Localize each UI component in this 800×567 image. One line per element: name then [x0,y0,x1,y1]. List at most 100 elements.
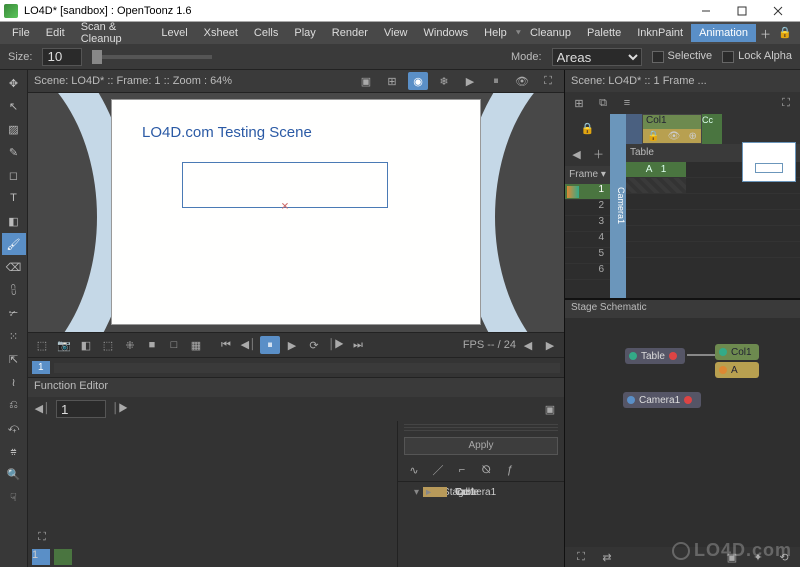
room-tab-palette[interactable]: Palette [579,24,629,42]
brush-tool-icon[interactable]: ✎ [2,141,26,163]
bg-black-icon[interactable]: ■ [142,336,162,354]
window-maximize-button[interactable] [724,1,760,21]
room-tab-inknpaint[interactable]: InknPaint [629,24,691,42]
size-slider[interactable] [92,55,212,59]
next-frame-button[interactable]: ⏐▶ [326,336,346,354]
camera-view-icon[interactable]: ◉ [408,72,428,90]
geometry-tool-icon[interactable]: ◻ [2,164,26,186]
node-colA[interactable]: A [715,362,759,378]
xsheet-maximize-icon[interactable]: ⛶ [776,94,796,112]
menu-windows[interactable]: Windows [416,24,477,42]
fe-graph-toggle-icon[interactable]: ▣ [540,400,560,418]
menu-edit[interactable]: Edit [38,24,73,42]
room-tab-animation[interactable]: Animation [691,24,756,42]
flipbook-save-icon[interactable]: ⬚ [32,336,52,354]
table-tab[interactable]: Table [630,147,654,158]
fe-curve-icon[interactable]: ∿ [404,461,424,479]
col-eye-icon[interactable]: 👁 [668,131,681,142]
col-cam-icon[interactable] [626,114,642,144]
col-cam-toggle-icon[interactable]: ⊕ [689,131,697,142]
maximize-viewer-icon[interactable]: ⛶ [538,72,558,90]
xsheet-lock-icon[interactable]: 🔒 [581,122,595,135]
menu-file[interactable]: File [4,24,38,42]
window-close-button[interactable] [760,1,796,21]
eye-icon[interactable]: 👁 [512,72,532,90]
menu-play[interactable]: Play [286,24,323,42]
zoom-tool-icon[interactable]: 🔍 [2,463,26,485]
field-guide-icon[interactable]: ⊞ [382,72,402,90]
lockalpha-checkbox[interactable] [722,51,734,63]
last-frame-button[interactable]: ⏭ [348,336,368,354]
controlpoint-tool-icon[interactable]: ⇱ [2,348,26,370]
hand-tool-icon[interactable]: ✥ [2,72,26,94]
loop-button[interactable]: ⟳ [304,336,324,354]
first-frame-button[interactable]: ⏮ [216,336,236,354]
fe-expr-icon[interactable]: ƒ [500,461,520,479]
fe-apply-button[interactable]: Apply [404,437,558,455]
fe-step-icon[interactable]: ⌐ [452,461,472,479]
frame-numbers[interactable]: 1 2 3 4 5 6 [565,184,610,298]
compare-icon[interactable]: ◧ [76,336,96,354]
bg-white-icon[interactable]: □ [164,336,184,354]
schematic-switch-icon[interactable]: ⇄ [597,548,617,566]
lock-rooms-icon[interactable]: 🔒 [778,26,792,40]
menu-level[interactable]: Level [153,24,195,42]
memo-add-icon[interactable]: ＋ [589,145,609,163]
fe-cell-2[interactable] [54,549,72,565]
menu-scan-cleanup[interactable]: Scan & Cleanup [73,18,154,48]
node-camera1[interactable]: Camera1 [623,392,701,408]
viewer-canvas[interactable]: LO4D.com Testing Scene ✕ [28,92,564,333]
hook-tool-icon[interactable]: ⤽ [2,417,26,439]
style-picker-tool-icon[interactable]: ✃ [2,302,26,324]
new-room-icon[interactable]: ＋ [760,26,774,40]
freeze-icon[interactable]: ❄ [434,72,454,90]
fe-cell-1[interactable]: 1 [32,549,50,565]
schematic-canvas[interactable]: Table Col1 A Camera1 [565,318,800,547]
frame-track[interactable] [54,363,560,373]
fe-tree-col1[interactable]: Col1 [455,487,476,498]
xsheet-toolbar-icon3[interactable]: ≡ [617,94,637,112]
xsheet-cells[interactable]: A 1 [626,162,800,298]
room-tab-cleanup[interactable]: Cleanup [522,24,579,42]
skeleton-tool-icon[interactable]: ⎌ [2,394,26,416]
snapshot-icon[interactable]: 📷 [54,336,74,354]
fe-expand-icon[interactable]: ⛶ [32,528,52,546]
safe-area-icon[interactable]: ▣ [356,72,376,90]
menu-cells[interactable]: Cells [246,24,286,42]
fe-prev-keyframe-button[interactable]: ◀⏐ [32,400,52,418]
play-button[interactable]: ▶ [282,336,302,354]
window-minimize-button[interactable] [688,1,724,21]
xsheet-toolbar-icon2[interactable]: ⧉ [593,94,613,112]
memo-prev-icon[interactable]: ◀ [567,145,587,163]
schematic-fit-icon[interactable]: ⛶ [571,548,591,566]
histogram-icon[interactable]: ⁜ [120,336,140,354]
menu-help[interactable]: Help [476,24,515,42]
define-subcamera-icon[interactable]: ⬚ [98,336,118,354]
tape-tool-icon[interactable]: ⩉ [2,279,26,301]
xsheet-toolbar-icon1[interactable]: ⊞ [569,94,589,112]
menu-xsheet[interactable]: Xsheet [196,24,246,42]
eraser-tool-icon[interactable]: ⌫ [2,256,26,278]
fe-linear-icon[interactable]: ／ [428,461,448,479]
fe-ease-icon[interactable]: ⦰ [476,461,496,479]
node-col1[interactable]: Col1 [715,344,759,360]
type-tool-icon[interactable]: T [2,187,26,209]
menu-view[interactable]: View [376,24,416,42]
fps-dec-button[interactable]: ◀ [518,336,538,354]
fe-next-keyframe-button[interactable]: ⏐▶ [110,400,130,418]
fe-frame-input[interactable] [56,400,106,418]
mode-select[interactable]: Areas [552,48,642,66]
fps-inc-button[interactable]: ▶ [540,336,560,354]
paintbrush-tool-icon[interactable]: 🖌 [2,233,26,255]
pinch-tool-icon[interactable]: ≀ [2,371,26,393]
column-col1[interactable]: Col1 🔒👁⊕ [642,114,702,144]
node-table[interactable]: Table [625,348,685,364]
size-input[interactable] [42,48,82,66]
frame-slider[interactable]: 1 [28,357,564,377]
select-tool-icon[interactable]: ▨ [2,118,26,140]
finger-tool-icon[interactable]: ☟ [2,486,26,508]
fill-tool-icon[interactable]: ◧ [2,210,26,232]
rgb-picker-tool-icon[interactable]: ⁙ [2,325,26,347]
fe-tree[interactable]: Stage Camera1 Table Col1 [398,481,564,567]
fe-spreadsheet[interactable]: ⛶ 1 [28,421,398,567]
